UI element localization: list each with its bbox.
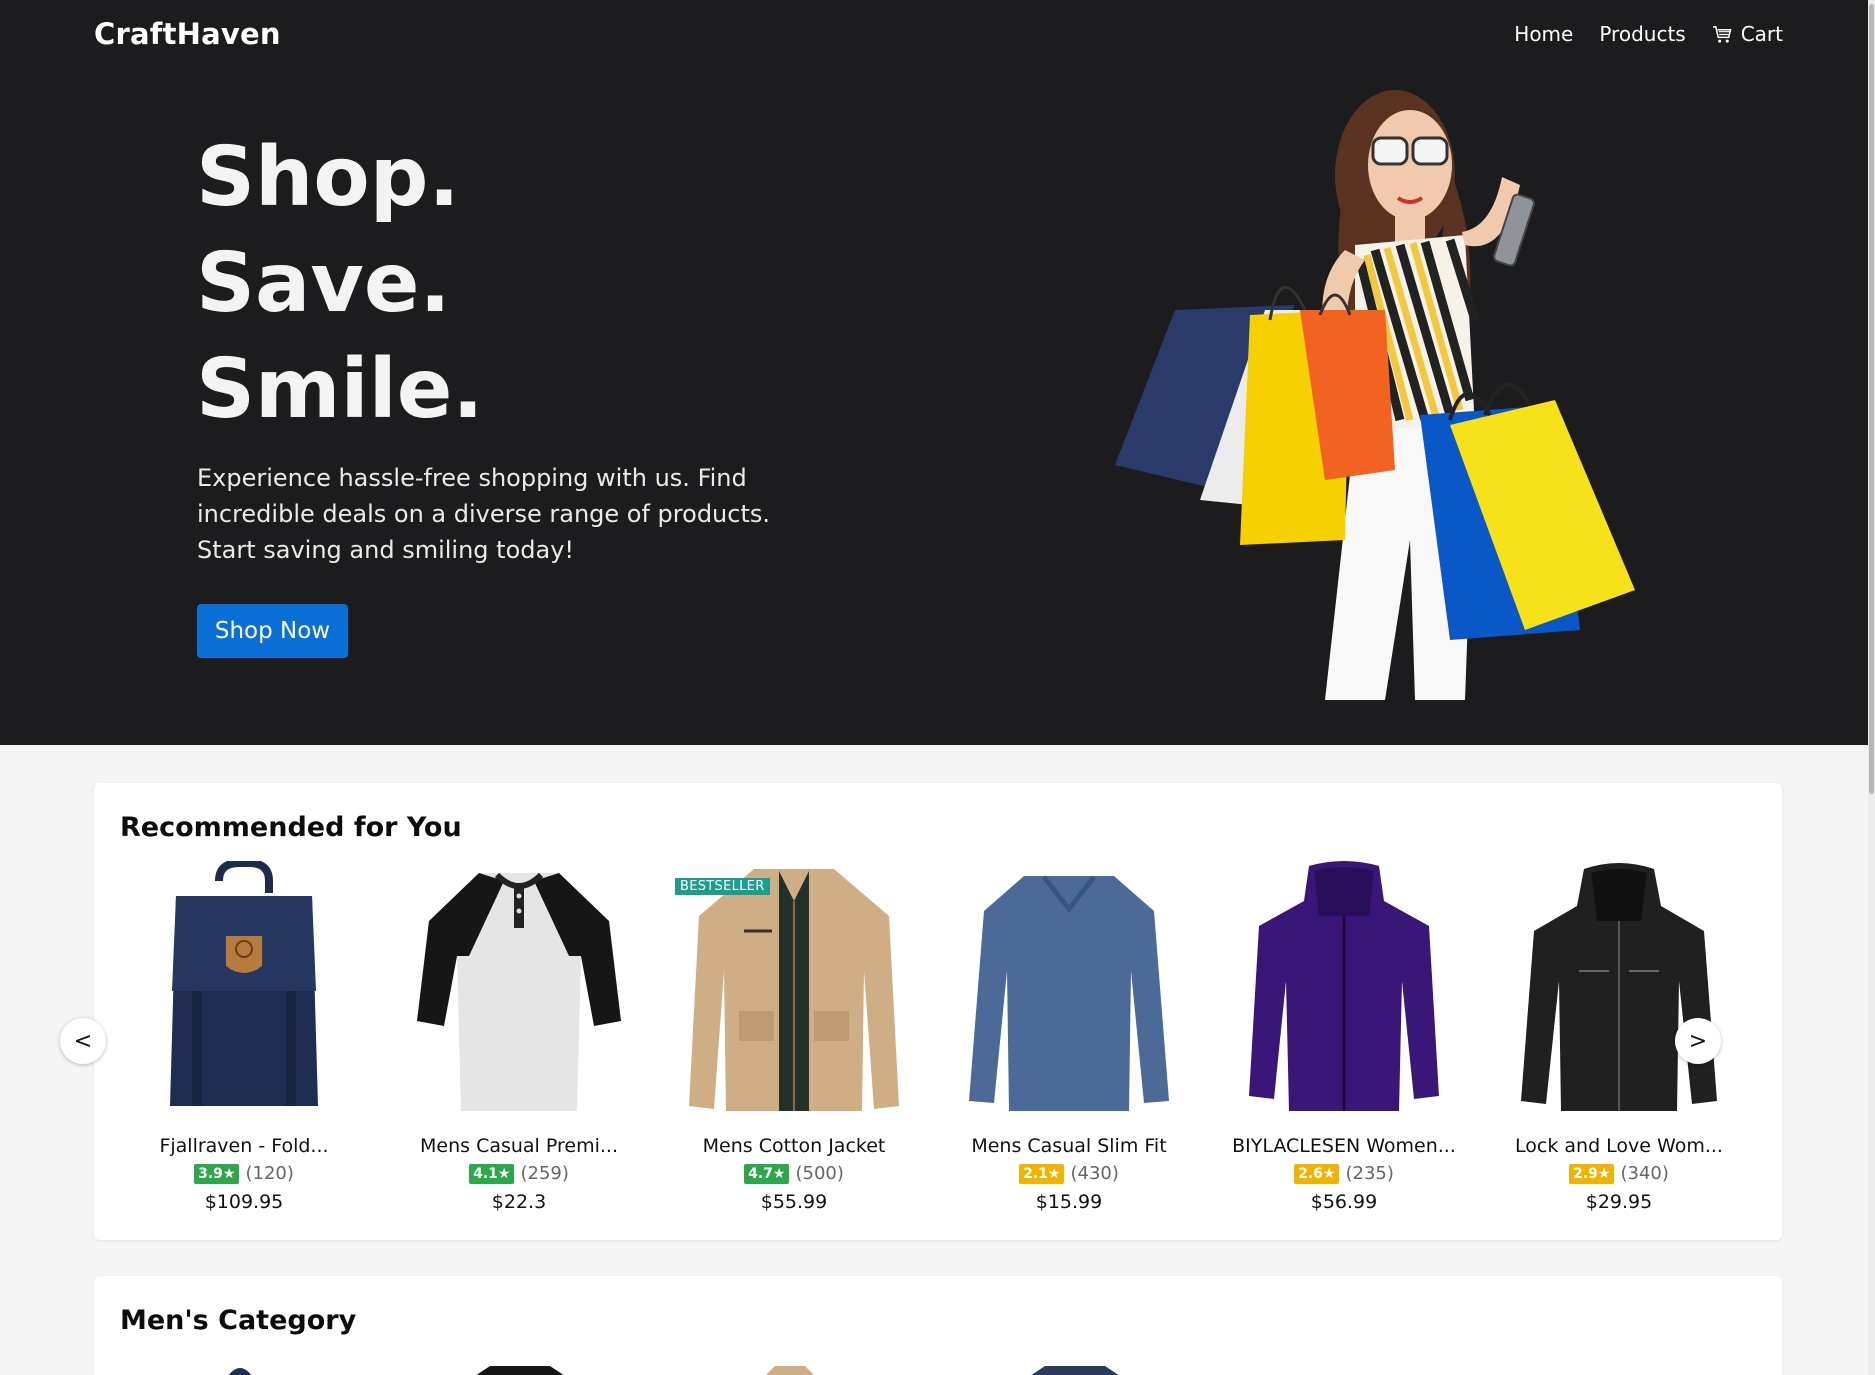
nav-cart-link[interactable]: Cart	[1712, 22, 1783, 46]
page-scrollbar[interactable]	[1868, 0, 1875, 1375]
product-price: $29.95	[1585, 1191, 1653, 1213]
product-price: $55.99	[760, 1191, 828, 1213]
brand-logo[interactable]: CraftHaven	[94, 17, 281, 51]
bestseller-tag: BESTSELLER	[675, 878, 770, 895]
product-name[interactable]: Mens Cotton Jacket	[664, 1135, 924, 1157]
product-card[interactable]: BIYLACLESEN Women... 2.6★ (235) $56.99	[1214, 861, 1474, 1221]
recommended-carousel: Fjallraven - Fold... 3.9★ (120) $109.95 …	[94, 861, 1782, 1221]
product-card[interactable]: Fjallraven - Fold... 3.9★ (120) $109.95	[114, 861, 374, 1221]
product-name[interactable]: Lock and Love Wom...	[1489, 1135, 1749, 1157]
product-rating: 4.1★ (259)	[389, 1163, 649, 1184]
rating-badge: 4.7★	[744, 1163, 790, 1184]
product-image-cotton-jacket	[689, 869, 899, 1111]
hero-subtext: Experience hassle-free shopping with us.…	[197, 464, 770, 564]
product-image-backpack	[170, 861, 318, 1106]
product-price: $56.99	[1310, 1191, 1378, 1213]
hero-line-save: Save.	[196, 236, 451, 331]
product-name[interactable]: BIYLACLESEN Women...	[1214, 1135, 1474, 1157]
mens-product-peek	[476, 1366, 564, 1375]
mens-product-peek	[228, 1368, 252, 1375]
recommended-title: Recommended for You	[120, 812, 462, 843]
scrollbar-thumb[interactable]	[1869, 4, 1874, 794]
review-count: (430)	[1070, 1163, 1119, 1184]
nav-links: Home Products Cart	[1514, 22, 1783, 46]
product-price: $22.3	[491, 1191, 547, 1213]
top-navbar: CraftHaven Home Products Cart	[0, 0, 1875, 70]
product-rating: 2.9★ (340)	[1489, 1163, 1749, 1184]
mens-product-peek	[766, 1366, 814, 1375]
cart-icon	[1712, 25, 1732, 43]
carousel-prev-button[interactable]: <	[60, 1018, 106, 1064]
review-count: (235)	[1345, 1163, 1394, 1184]
product-card[interactable]: Mens Casual Slim Fit 2.1★ (430) $15.99	[939, 861, 1199, 1221]
product-image-slim-fit-shirt	[969, 875, 1169, 1111]
shopping-woman-image	[1115, 90, 1635, 700]
rating-badge: 2.9★	[1569, 1163, 1615, 1184]
review-count: (120)	[245, 1163, 294, 1184]
rating-badge: 2.1★	[1019, 1163, 1065, 1184]
hero-banner: CraftHaven Home Products Cart Shop. Save…	[0, 0, 1875, 745]
review-count: (340)	[1620, 1163, 1669, 1184]
product-card[interactable]: BESTSELLER Mens Cotton Jacket 4.7★ (500)…	[664, 861, 924, 1221]
nav-products-link[interactable]: Products	[1599, 22, 1685, 46]
mens-product-peek	[1031, 1366, 1119, 1375]
product-image-purple-jacket	[1249, 861, 1439, 1111]
product-name[interactable]: Fjallraven - Fold...	[114, 1135, 374, 1157]
cart-label: Cart	[1740, 22, 1783, 46]
product-image-leather-jacket	[1521, 863, 1717, 1111]
shop-now-button[interactable]: Shop Now	[197, 604, 348, 658]
recommended-section: Recommended for You Fjallraven - Fold...…	[94, 783, 1782, 1240]
product-image-raglan-shirt	[417, 872, 621, 1111]
carousel-next-button[interactable]: >	[1675, 1018, 1721, 1064]
product-name[interactable]: Mens Casual Premi...	[389, 1135, 649, 1157]
product-price: $15.99	[1035, 1191, 1103, 1213]
review-count: (500)	[795, 1163, 844, 1184]
mens-category-section: Men's Category	[94, 1276, 1782, 1375]
hero-headline: Shop. Save. Smile.	[196, 125, 483, 443]
product-rating: 2.1★ (430)	[939, 1163, 1199, 1184]
hero-line-smile: Smile.	[196, 342, 484, 437]
product-price: $109.95	[204, 1191, 284, 1213]
nav-home-link[interactable]: Home	[1514, 22, 1573, 46]
product-card[interactable]: Mens Casual Premi... 4.1★ (259) $22.3	[389, 861, 649, 1221]
review-count: (259)	[520, 1163, 569, 1184]
rating-badge: 2.6★	[1294, 1163, 1340, 1184]
mens-category-title: Men's Category	[120, 1305, 357, 1336]
product-name[interactable]: Mens Casual Slim Fit	[939, 1135, 1199, 1157]
rating-badge: 3.9★	[194, 1163, 240, 1184]
product-rating: 2.6★ (235)	[1214, 1163, 1474, 1184]
rating-badge: 4.1★	[469, 1163, 515, 1184]
product-rating: 4.7★ (500)	[664, 1163, 924, 1184]
hero-line-shop: Shop.	[196, 130, 460, 225]
product-rating: 3.9★ (120)	[114, 1163, 374, 1184]
